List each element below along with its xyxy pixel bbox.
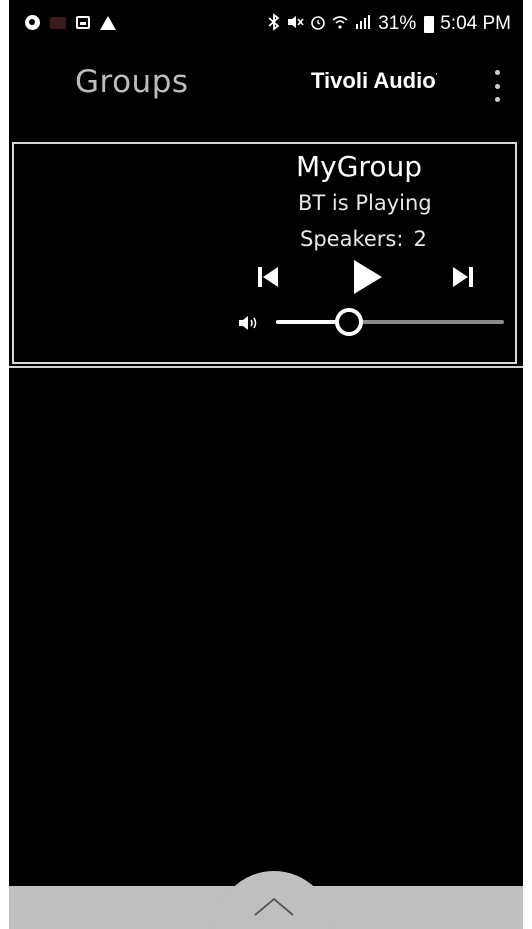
status-right-icons: 31% 5:04 PM [268,13,511,35]
menu-dot-icon [494,97,500,102]
next-track-button[interactable] [451,265,475,289]
speakers-label: Speakers: [300,227,404,251]
speakers-count: 2 [413,227,427,251]
previous-track-button[interactable] [256,265,280,289]
group-card[interactable]: MyGroup BT is Playing Speakers: 2 [12,142,517,364]
app-screen: 31% 5:04 PM Groups Tivoli Audio' MyGroup… [9,0,523,929]
play-icon [354,260,382,294]
battery-percent: 31% [378,13,417,34]
brand-mark: ' [435,71,438,82]
brand-name: Tivoli Audio [311,68,436,93]
volume-icon [238,314,260,332]
overflow-menu-button[interactable] [491,70,503,102]
battery-icon [424,15,435,33]
brand-logo: Tivoli Audio' [311,68,437,94]
page-title: Groups [75,64,189,100]
alarm-icon [310,14,326,34]
volume-thumb[interactable] [335,308,363,336]
group-status: BT is Playing [298,191,432,215]
app-bar: Groups Tivoli Audio' [9,50,523,138]
notification-icon [50,16,66,29]
status-bar: 31% 5:04 PM [9,0,523,50]
status-left-icons [25,15,116,30]
warning-icon [100,15,116,30]
divider [9,366,523,368]
chevron-up-icon [254,897,294,916]
volume-slider[interactable] [276,307,504,337]
bluetooth-icon [268,13,280,35]
clock: 5:04 PM [440,13,511,34]
wifi-icon [332,14,348,34]
group-name: MyGroup [296,150,422,183]
mute-icon [286,14,304,34]
skip-previous-icon [258,267,278,287]
menu-dot-icon [494,83,500,89]
app-icon [25,15,40,30]
play-button[interactable] [346,258,386,296]
image-icon [76,16,90,29]
skip-next-icon [453,267,473,287]
speakers-row: Speakers: 2 [300,227,427,251]
expand-drawer-button[interactable] [215,871,333,929]
signal-icon [354,14,372,34]
menu-dot-icon [494,70,500,75]
